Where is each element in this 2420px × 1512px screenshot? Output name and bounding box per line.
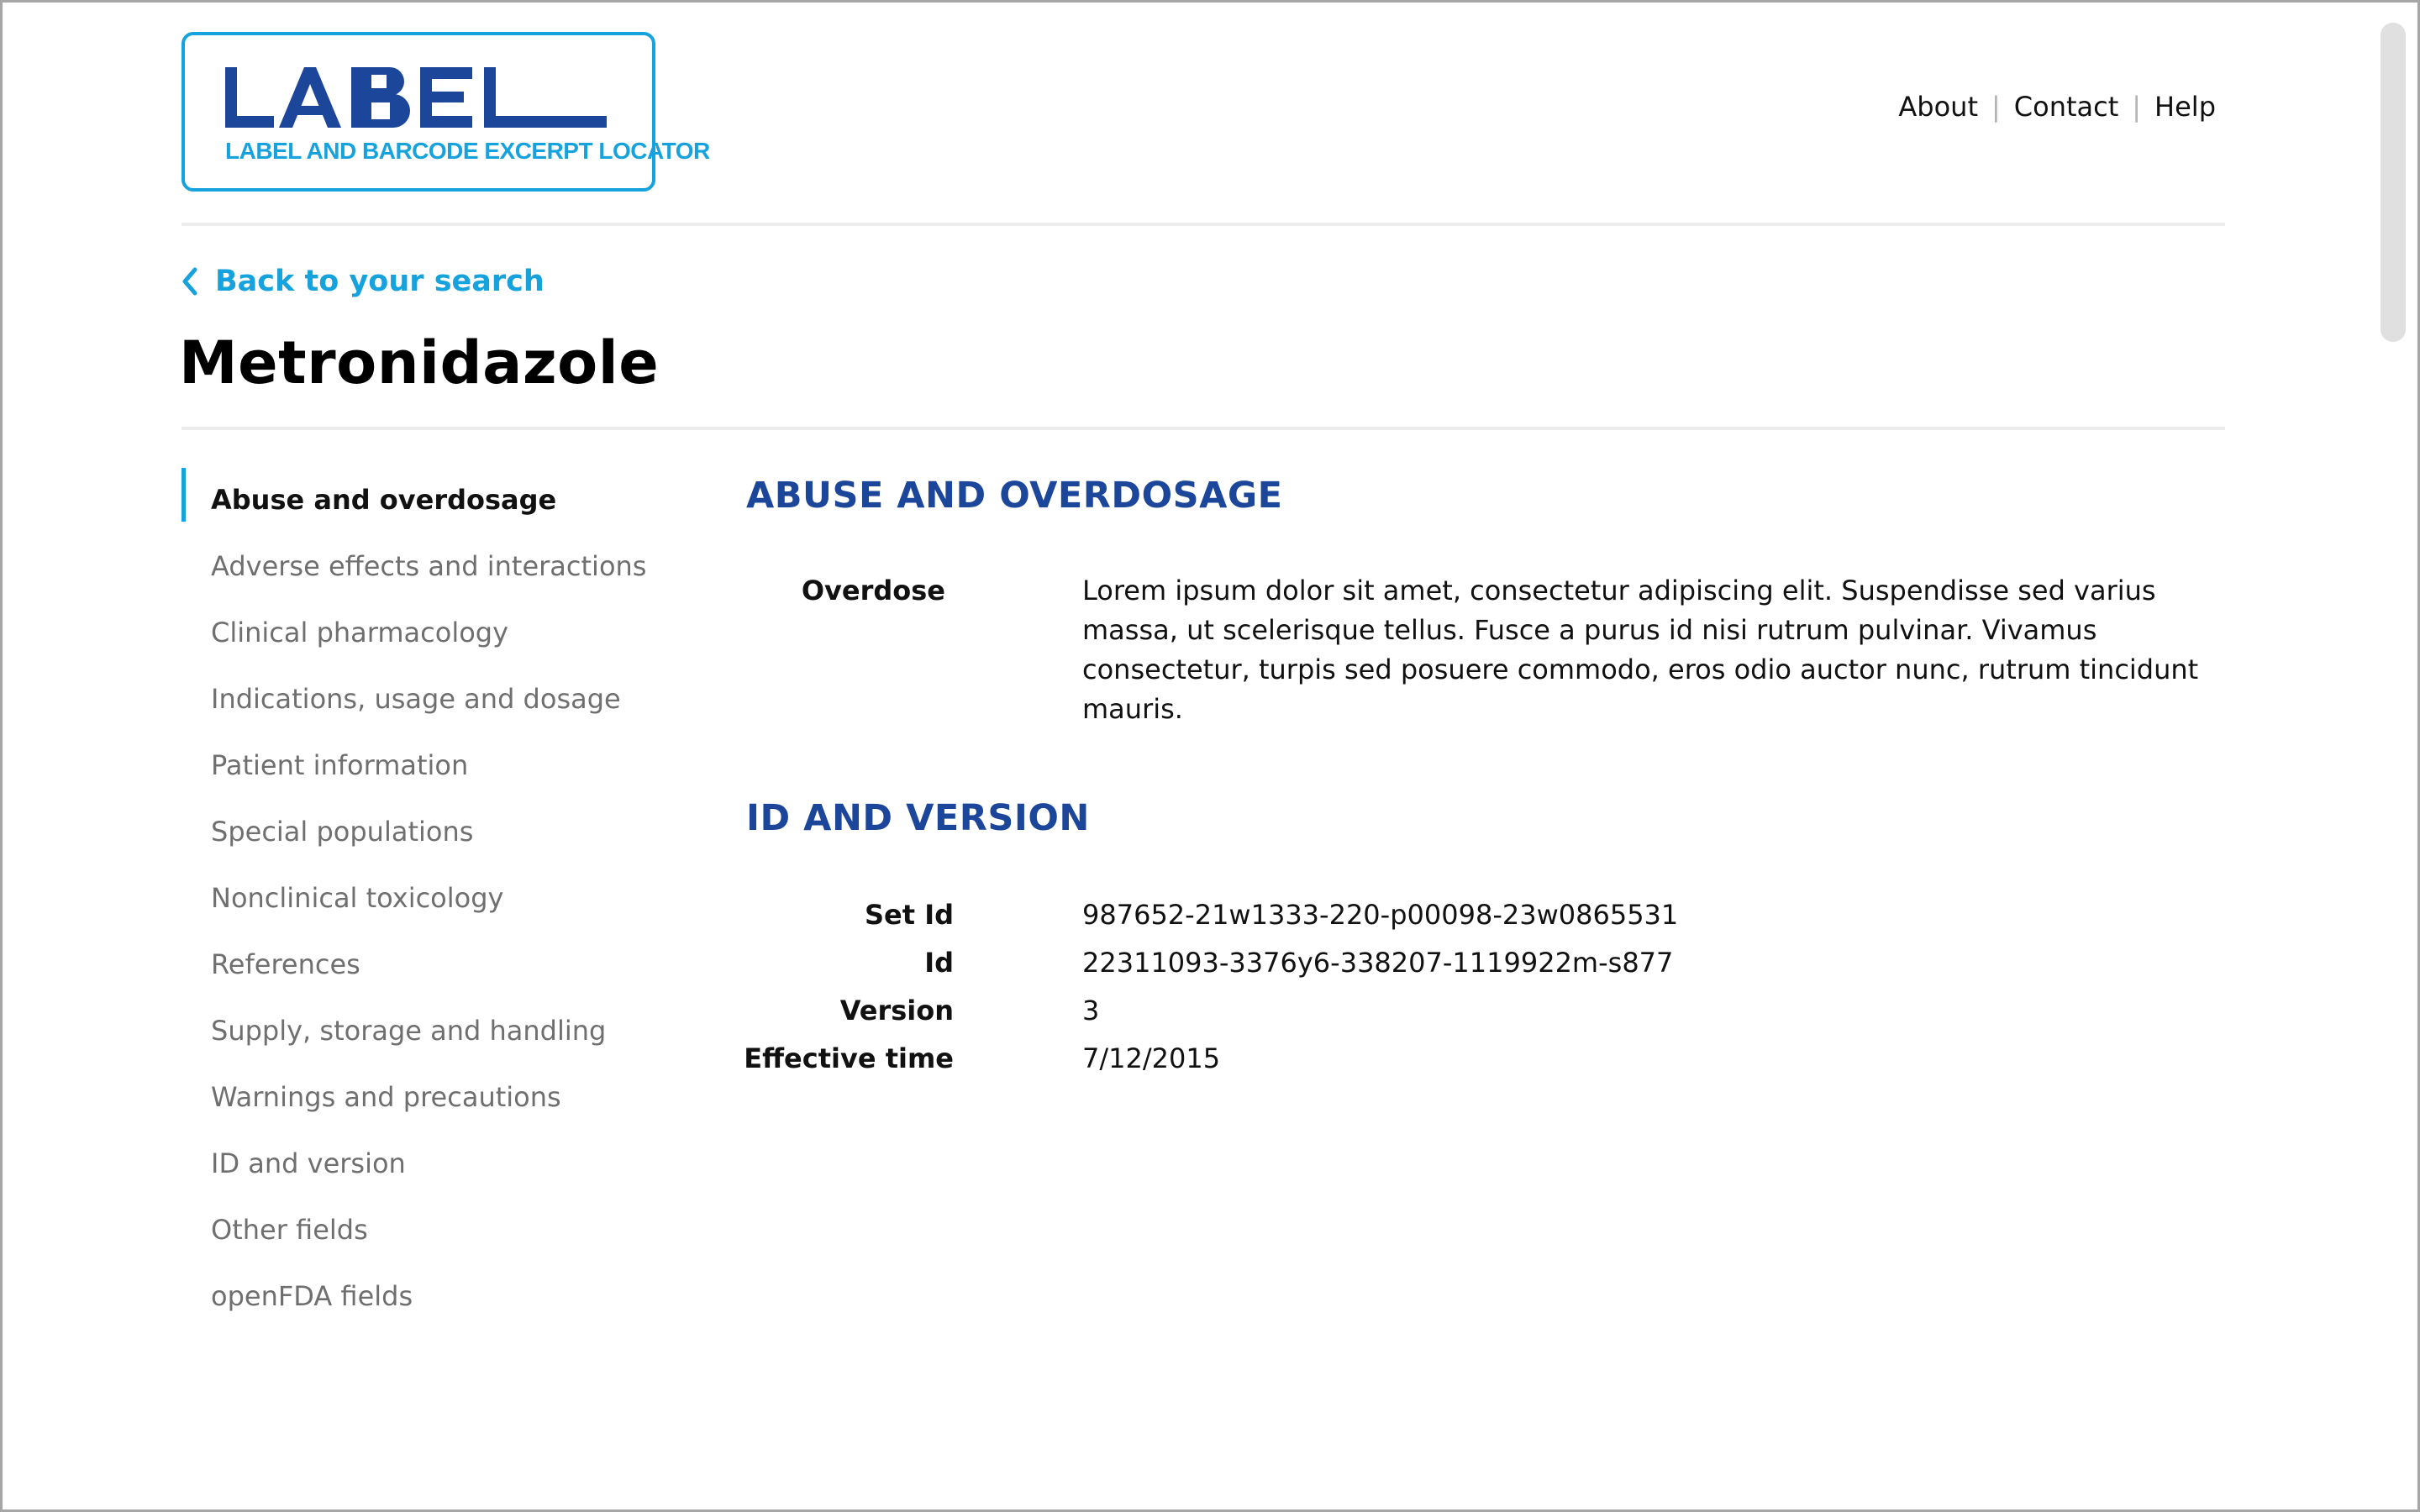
logo-artwork [225,67,607,128]
site-logo[interactable]: LABEL AND BARCODE EXCERPT LOCATOR LABEL [182,32,710,192]
nav-contact-link[interactable]: Contact [2014,91,2119,123]
top-nav: About | Contact | Help [1898,90,2216,123]
version-label: Version [839,995,954,1026]
sidebar-item-patient-information[interactable]: Patient information [182,732,686,798]
id-label: Id [924,947,954,979]
back-link-label: Back to your search [215,265,544,298]
overdose-label: Overdose [801,575,945,606]
vertical-scrollbar[interactable] [2381,18,2406,1504]
nav-help-link[interactable]: Help [2154,91,2216,123]
overdose-value: Lorem ipsum dolor sit amet, consectetur … [1082,575,2199,725]
sidebar-item-other-fields[interactable]: Other fields [182,1196,686,1263]
id-value: 22311093-3376y6-338207-1119922m-s877 [1082,947,1674,979]
version-value: 3 [1082,995,1100,1026]
sidebar-item-references[interactable]: References [182,931,686,997]
logo-wordmark: LABEL [185,188,186,189]
sidebar-item-nonclinical-toxicology[interactable]: Nonclinical toxicology [182,864,686,931]
scrollbar-thumb[interactable] [2381,23,2406,342]
section-sidebar: Abuse and overdosage Adverse effects and… [182,466,686,1329]
title-divider [182,427,2225,430]
sidebar-item-supply-storage[interactable]: Supply, storage and handling [182,997,686,1063]
sidebar-item-special-populations[interactable]: Special populations [182,798,686,864]
section-heading-abuse: ABUSE AND OVERDOSAGE [746,475,1283,517]
chevron-left-icon [182,267,197,296]
section-heading-id-version: ID AND VERSION [746,797,1090,839]
header-divider [182,223,2225,226]
effective-time-value: 7/12/2015 [1082,1042,1221,1074]
sidebar-item-id-and-version[interactable]: ID and version [182,1130,686,1196]
sidebar-item-openfda-fields[interactable]: openFDA fields [182,1263,686,1329]
sidebar-item-clinical-pharmacology[interactable]: Clinical pharmacology [182,599,686,665]
set-id-label: Set Id [865,899,954,931]
back-to-search-link[interactable]: Back to your search [182,261,544,302]
nav-about-link[interactable]: About [1898,91,1978,123]
sidebar-item-warnings[interactable]: Warnings and precautions [182,1063,686,1130]
sidebar-item-adverse-effects[interactable]: Adverse effects and interactions [182,533,686,599]
effective-time-label: Effective time [744,1042,954,1074]
logo-tagline: LABEL AND BARCODE EXCERPT LOCATOR [225,138,710,164]
nav-separator: | [2132,91,2142,123]
browser-viewport: LABEL AND BARCODE EXCERPT LOCATOR LABEL … [0,0,2420,1512]
set-id-value: 987652-21w1333-220-p00098-23w0865531 [1082,899,1679,931]
sidebar-item-abuse-and-overdosage[interactable]: Abuse and overdosage [182,466,686,533]
nav-separator: | [1991,91,2001,123]
page-title: Metronidazole [179,328,660,397]
sidebar-item-indications[interactable]: Indications, usage and dosage [182,665,686,732]
